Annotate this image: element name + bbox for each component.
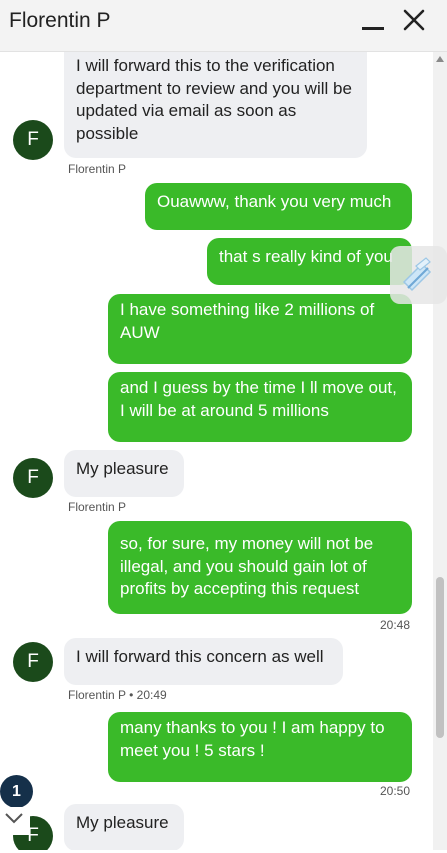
- message-text: many thanks to you ! I am happy to meet …: [120, 718, 385, 760]
- user-message: and I guess by the time I ll move out, I…: [108, 372, 412, 442]
- chevron-down-icon: [5, 813, 23, 824]
- message-meta: Florentin P • 20:49: [68, 688, 167, 702]
- message-text: My pleasure: [76, 813, 169, 832]
- message-text: My pleasure: [76, 459, 169, 478]
- user-message: many thanks to you ! I am happy to meet …: [108, 712, 412, 782]
- user-message: that s really kind of you: [207, 238, 412, 285]
- message-text: I will forward this concern as well: [76, 647, 324, 666]
- message-time: 20:48: [380, 618, 411, 632]
- scroll-down-button[interactable]: [0, 807, 30, 835]
- agent-avatar: F: [13, 458, 53, 498]
- minimize-button[interactable]: [358, 10, 388, 42]
- agent-message: My pleasure: [64, 804, 184, 850]
- message-text: Ouawww, thank you very much: [157, 192, 392, 211]
- message-meta: Florentin P: [68, 500, 127, 514]
- scroll-up-arrow-icon[interactable]: [436, 56, 444, 62]
- user-message: I have something like 2 millions of AUW: [108, 294, 412, 364]
- message-time: 20:50: [380, 784, 411, 798]
- user-message: so, for sure, my money will not be illeg…: [108, 521, 412, 614]
- agent-avatar: F: [13, 120, 53, 160]
- message-list[interactable]: I will forward this to the verification …: [0, 52, 433, 850]
- agent-message: I will forward this concern as well: [64, 638, 343, 685]
- agent-message: My pleasure: [64, 450, 184, 497]
- agent-message: I will forward this to the verification …: [64, 52, 367, 158]
- unread-count-badge[interactable]: 1: [0, 775, 33, 808]
- chat-header: Florentin P: [0, 0, 447, 52]
- message-meta: Florentin P: [68, 162, 127, 176]
- agent-avatar: F: [13, 642, 53, 682]
- user-message: Ouawww, thank you very much: [145, 183, 412, 230]
- avatar-initial: F: [27, 467, 39, 488]
- close-button[interactable]: [400, 6, 428, 34]
- message-text: that s really kind of you: [219, 247, 393, 266]
- avatar-initial: F: [27, 129, 39, 150]
- chat-title: Florentin P: [9, 9, 111, 32]
- avatar-initial: F: [27, 651, 39, 672]
- close-icon: [403, 9, 425, 31]
- message-text: I have something like 2 millions of AUW: [120, 300, 375, 342]
- scrollbar-thumb[interactable]: [436, 577, 444, 738]
- floating-widget-icon: [402, 257, 432, 292]
- message-text: and I guess by the time I ll move out, I…: [120, 378, 397, 420]
- message-text: so, for sure, my money will not be illeg…: [120, 534, 374, 598]
- message-text: I will forward this to the verification …: [76, 56, 352, 143]
- floating-widget[interactable]: [390, 246, 447, 304]
